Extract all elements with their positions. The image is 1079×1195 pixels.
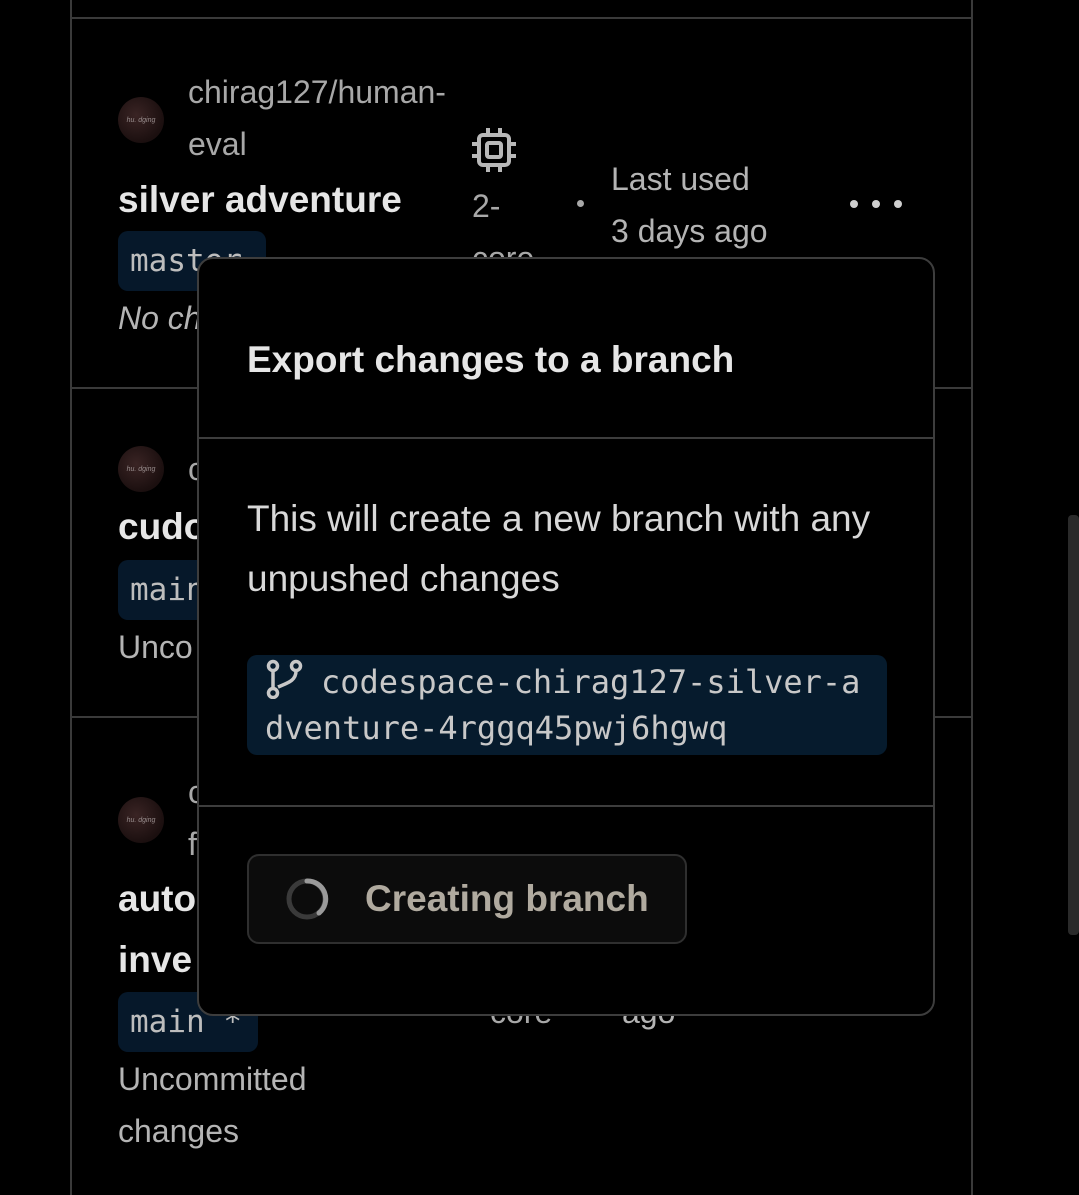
separator-dot [577, 200, 584, 207]
more-options-button[interactable] [846, 186, 906, 222]
new-branch-name: codespace-chirag127-silver-adventure-4rg… [247, 655, 887, 755]
codespaces-page: hu. dging chirag127/human-eval silver ad… [0, 0, 1079, 1195]
avatar: hu. dging [118, 97, 164, 143]
kebab-horizontal-icon [850, 200, 858, 208]
git-branch-icon [266, 659, 303, 699]
branch-name-text: codespace-chirag127-silver-adventure-4rg… [265, 663, 861, 747]
creating-branch-button[interactable]: Creating branch [247, 854, 687, 944]
avatar: hu. dging [118, 797, 164, 843]
dialog-description: This will create a new branch with any u… [247, 498, 871, 599]
change-status: Uncommitted [118, 1061, 307, 1097]
codespace-name[interactable]: silver adventure [118, 171, 402, 229]
page-scrollbar[interactable] [1068, 515, 1079, 935]
codespace-name-continued[interactable]: inve [118, 931, 192, 989]
cpu-icon [472, 128, 516, 172]
change-status: Unco [118, 629, 193, 665]
dialog-header: Export changes to a branch [199, 259, 933, 439]
avatar: hu. dging [118, 446, 164, 492]
codespace-name[interactable]: cudo [118, 498, 206, 556]
avatar-text: hu. dging [126, 116, 156, 124]
row-divider [70, 17, 971, 19]
avatar-text: hu. dging [126, 465, 156, 473]
change-status-continued: changes [118, 1113, 239, 1149]
avatar-text: hu. dging [126, 816, 156, 824]
repo-name-continued: f [188, 826, 197, 862]
dialog-title: Export changes to a branch [247, 339, 735, 380]
dialog-footer: Creating branch [199, 807, 933, 1014]
last-used-time: 3 days ago [611, 213, 768, 249]
codespace-name[interactable]: auto [118, 870, 196, 928]
dialog-body: This will create a new branch with any u… [199, 439, 933, 807]
last-used-label: Last used [611, 161, 750, 197]
button-label: Creating branch [365, 878, 649, 919]
spinner-icon [286, 878, 329, 920]
repo-name: chirag127/human-eval [188, 74, 446, 162]
export-branch-dialog: Export changes to a branch This will cre… [197, 257, 935, 1016]
